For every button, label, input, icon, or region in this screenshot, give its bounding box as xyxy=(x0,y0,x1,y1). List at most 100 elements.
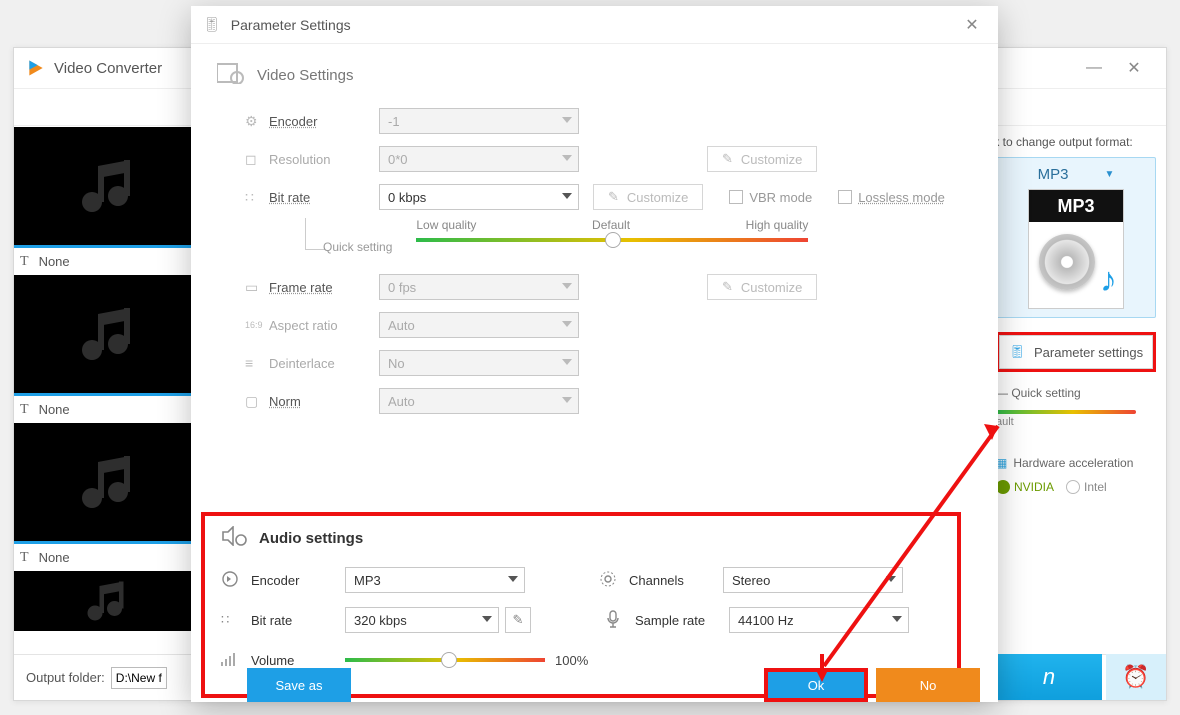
audio-channels-label: Channels xyxy=(629,573,723,588)
video-encoder-row: ⚙ Encoder -1 xyxy=(245,102,972,140)
chevron-down-icon xyxy=(562,359,572,365)
audio-encoder-row: Encoder MP3 Channels Stereo xyxy=(221,560,941,600)
quick-setting-default-fragment: ault xyxy=(996,416,1156,428)
output-format-name: MP3 xyxy=(1038,166,1069,183)
video-encoder-select[interactable]: -1 xyxy=(379,108,579,134)
chevron-down-icon xyxy=(562,321,572,327)
format-graphic: MP3 ♪ xyxy=(1028,189,1124,309)
dialog-title-bar: 🎚 Parameter Settings ✕ xyxy=(191,6,998,44)
chevron-down-icon xyxy=(886,576,896,582)
audio-samplerate-select[interactable]: 44100 Hz xyxy=(729,607,909,633)
video-deinterlace-select[interactable]: No xyxy=(379,350,579,376)
video-bitrate-select[interactable]: 0 kbps xyxy=(379,184,579,210)
video-quality-slider[interactable]: Low quality Default High quality xyxy=(416,218,808,242)
file-thumbnail xyxy=(14,571,194,631)
file-item[interactable]: TNone xyxy=(14,275,194,423)
ok-button[interactable]: Ok xyxy=(764,668,868,702)
audio-encoder-label: Encoder xyxy=(251,573,345,588)
speaker-icon xyxy=(221,570,251,591)
film-gear-icon xyxy=(217,62,245,88)
file-subtitle: None xyxy=(39,550,70,565)
video-bitrate-row: ∷ Bit rate 0 kbps ✎Customize VBR mode Lo… xyxy=(245,178,972,216)
slider-knob[interactable] xyxy=(441,652,457,668)
bitrate-icon: ∷ xyxy=(245,189,269,206)
file-subtitle: None xyxy=(39,402,70,417)
dialog-close-button[interactable]: ✕ xyxy=(958,15,986,35)
dialog-footer: Save as Ok No xyxy=(191,668,998,702)
no-button[interactable]: No xyxy=(876,668,980,702)
aspect-icon: 16:9 xyxy=(245,320,269,330)
chevron-down-icon xyxy=(892,616,902,622)
parameter-settings-highlight: 🎚 Parameter settings xyxy=(996,332,1156,372)
text-icon: T xyxy=(20,550,29,566)
video-aspect-select[interactable]: Auto xyxy=(379,312,579,338)
output-folder-label: Output folder: xyxy=(26,670,105,685)
video-framerate-row: ▭ Frame rate 0 fps ✎Customize xyxy=(245,268,972,306)
nvidia-badge: NVIDIA xyxy=(996,480,1054,494)
video-encoder-label: Encoder xyxy=(269,114,379,129)
chevron-down-icon xyxy=(562,283,572,289)
app-title: Video Converter xyxy=(54,60,162,77)
minimize-button[interactable]: — xyxy=(1074,48,1114,88)
video-norm-select[interactable]: Auto xyxy=(379,388,579,414)
app-logo-icon xyxy=(26,58,46,78)
audio-volume-value: 100% xyxy=(555,653,588,668)
video-settings-header: Video Settings xyxy=(217,62,972,88)
save-as-button[interactable]: Save as xyxy=(247,668,351,702)
intel-badge: Intel xyxy=(1066,480,1107,494)
nvidia-icon xyxy=(996,480,1010,494)
audio-volume-slider[interactable] xyxy=(345,658,545,662)
vbr-mode-checkbox[interactable]: VBR mode xyxy=(729,190,812,205)
hardware-accel-row[interactable]: ▦ Hardware acceleration xyxy=(996,456,1156,470)
file-item[interactable]: T None xyxy=(14,423,194,571)
chevron-down-icon xyxy=(562,155,572,161)
parameter-settings-button[interactable]: 🎚 Parameter settings xyxy=(999,335,1153,369)
file-thumbnail xyxy=(14,275,194,393)
video-framerate-label: Frame rate xyxy=(269,280,379,295)
video-resolution-select[interactable]: 0*0 xyxy=(379,146,579,172)
file-item[interactable]: TNone xyxy=(14,127,194,275)
alarm-icon: ⏰ xyxy=(1122,664,1149,690)
quick-setting-slider[interactable] xyxy=(996,410,1136,414)
pencil-icon: ✎ xyxy=(722,151,733,167)
video-aspect-label: Aspect ratio xyxy=(269,318,379,333)
video-norm-label: Norm xyxy=(269,394,379,409)
video-framerate-select[interactable]: 0 fps xyxy=(379,274,579,300)
audio-bitrate-edit-button[interactable]: ✎ xyxy=(505,607,531,633)
text-icon: T xyxy=(20,254,29,270)
audio-settings-header: Audio settings xyxy=(221,526,941,550)
audio-encoder-select[interactable]: MP3 xyxy=(345,567,525,593)
file-list: TNone TNone TNone xyxy=(14,127,194,654)
video-norm-row: ▢ Norm Auto xyxy=(245,382,972,420)
sliders-icon: 🎚 xyxy=(203,16,221,33)
mic-icon xyxy=(605,610,635,631)
audio-samplerate-label: Sample rate xyxy=(635,613,729,628)
run-button[interactable]: n xyxy=(996,654,1102,700)
chevron-down-icon xyxy=(562,117,572,123)
pencil-icon: ✎ xyxy=(513,612,524,628)
schedule-button[interactable]: ⏰ xyxy=(1106,654,1166,700)
lossless-mode-checkbox[interactable]: Lossless mode xyxy=(838,190,945,205)
file-thumbnail xyxy=(14,423,194,541)
pencil-icon: ✎ xyxy=(722,279,733,295)
gpu-row: NVIDIA Intel xyxy=(996,480,1156,494)
output-format-box[interactable]: MP3 ▼ MP3 ♪ xyxy=(996,157,1156,318)
video-deinterlace-row: ≡ Deinterlace No xyxy=(245,344,972,382)
audio-bitrate-select[interactable]: 320 kbps xyxy=(345,607,499,633)
quick-setting-branch-label: Quick setting xyxy=(323,240,392,254)
close-button[interactable]: ✕ xyxy=(1114,48,1154,88)
framerate-customize-button[interactable]: ✎Customize xyxy=(707,274,817,300)
video-deinterlace-label: Deinterlace xyxy=(269,356,379,371)
quick-setting-label: — Quick setting xyxy=(996,386,1156,400)
file-item[interactable] xyxy=(14,571,194,654)
hardware-accel-label: Hardware acceleration xyxy=(1013,456,1133,470)
chevron-down-icon xyxy=(508,576,518,582)
resolution-customize-button[interactable]: ✎Customize xyxy=(707,146,817,172)
audio-volume-label: Volume xyxy=(251,653,345,668)
bitrate-customize-button[interactable]: ✎Customize xyxy=(593,184,703,210)
slider-knob[interactable] xyxy=(605,232,621,248)
channels-icon xyxy=(599,570,629,591)
deinterlace-icon: ≡ xyxy=(245,355,269,371)
audio-channels-select[interactable]: Stereo xyxy=(723,567,903,593)
output-folder-input[interactable] xyxy=(111,667,167,689)
